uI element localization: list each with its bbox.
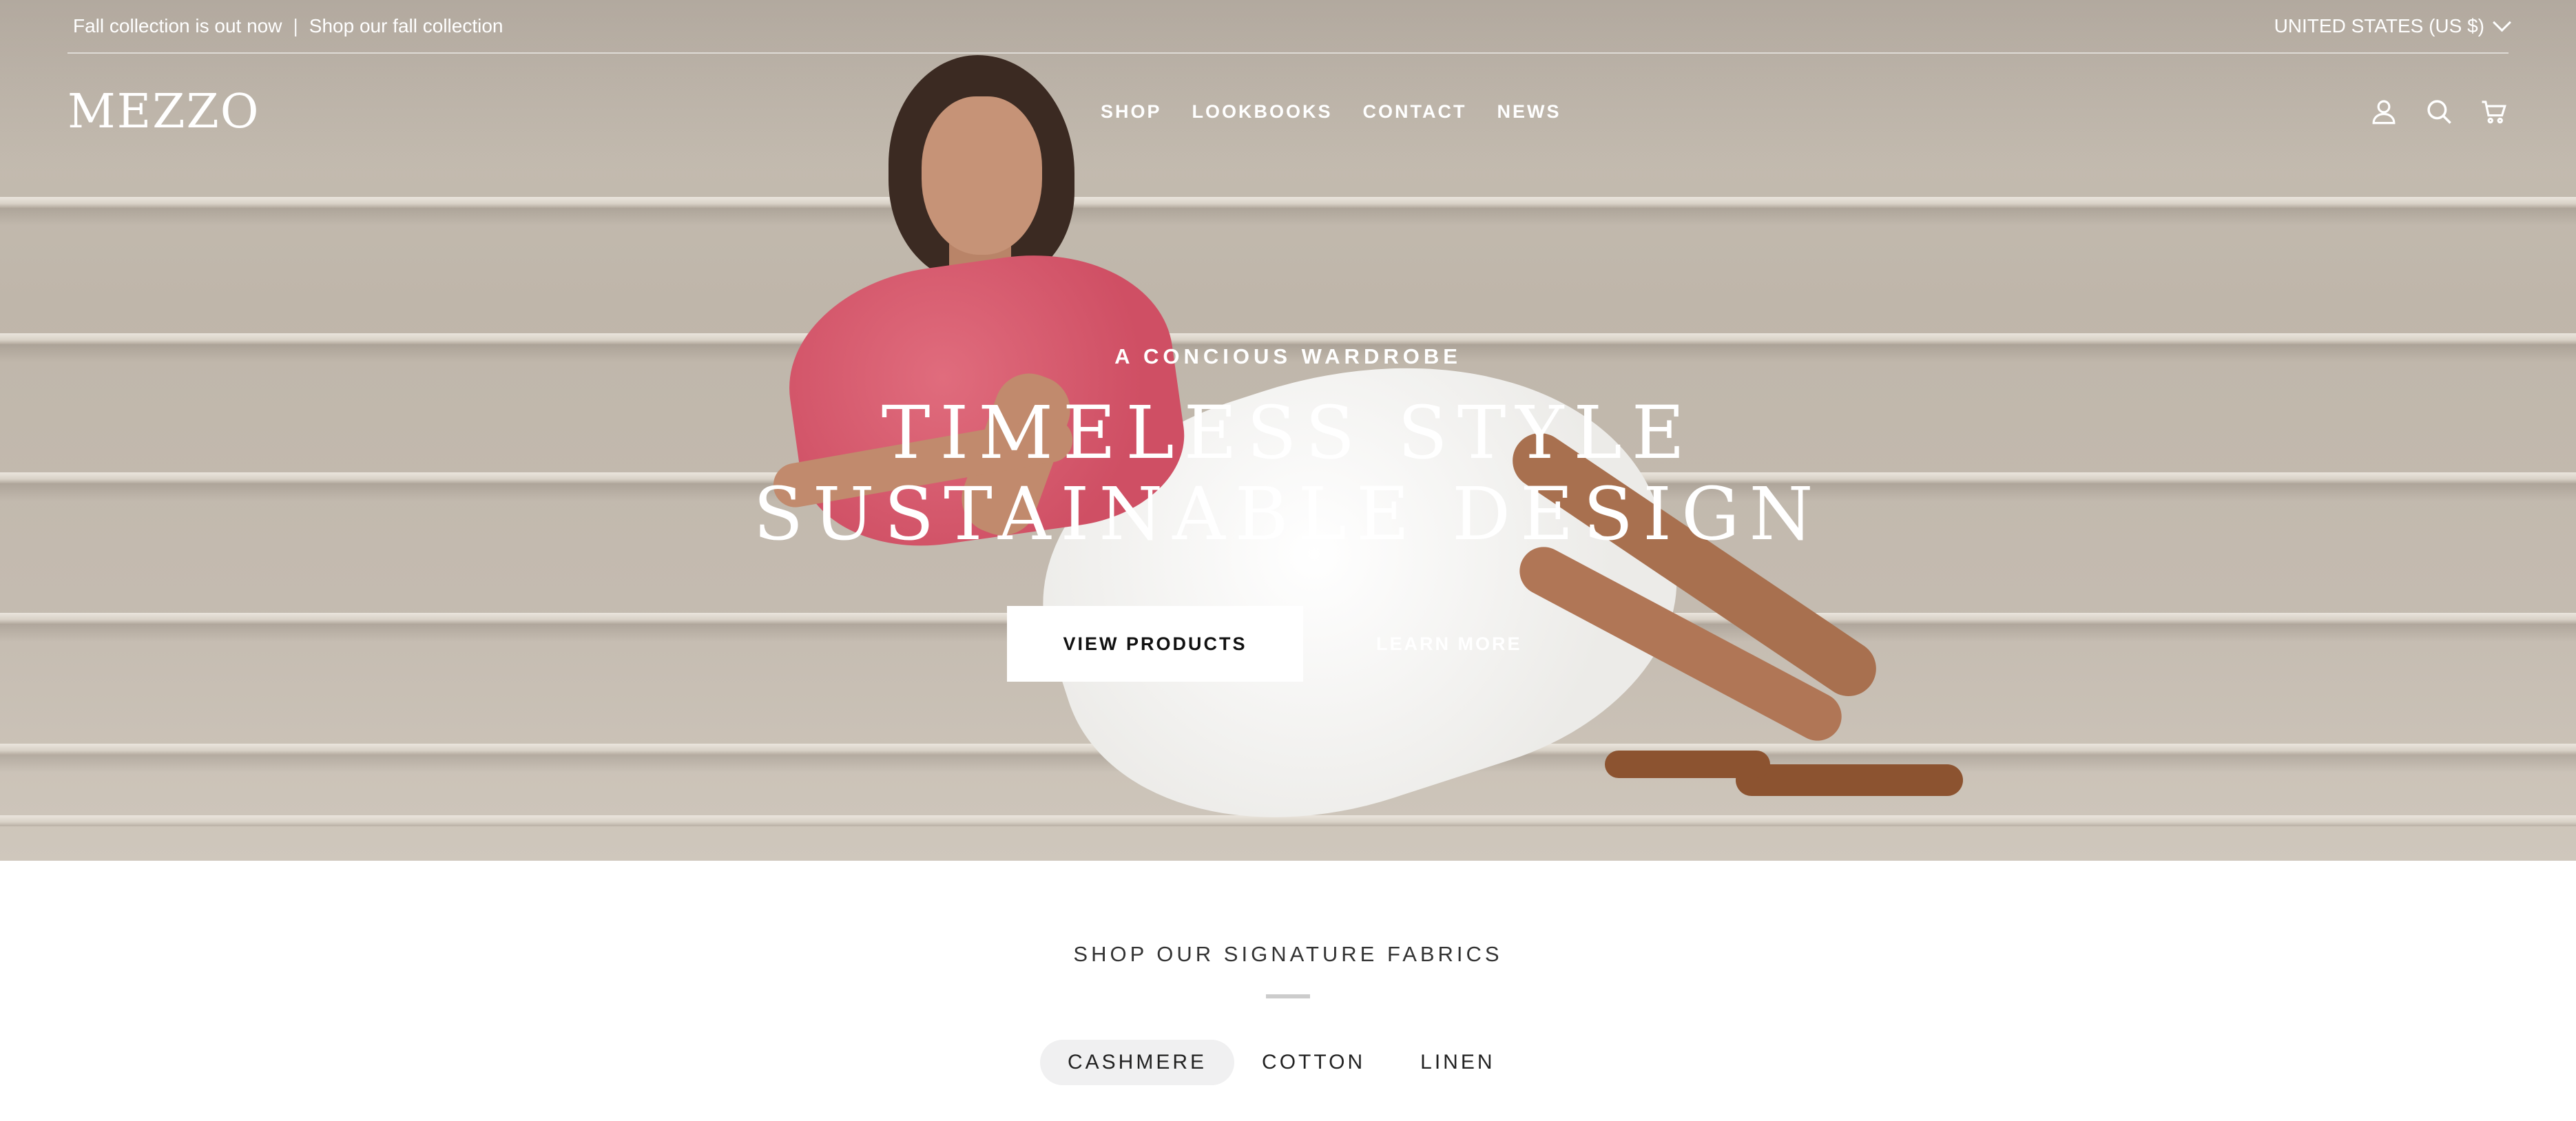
- announcement-message-group: Fall collection is out now | Shop our fa…: [67, 15, 503, 37]
- learn-more-link[interactable]: LEARN MORE: [1376, 633, 1522, 655]
- chevron-down-icon: [2493, 12, 2511, 32]
- stair-shadow: [0, 208, 2576, 226]
- nav-item-news[interactable]: NEWS: [1497, 101, 1561, 123]
- hero-banner: Fall collection is out now | Shop our fa…: [0, 0, 2576, 861]
- tab-cashmere[interactable]: CASHMERE: [1040, 1040, 1235, 1085]
- tab-linen[interactable]: LINEN: [1393, 1040, 1522, 1085]
- model-sandal: [1605, 751, 1770, 778]
- hero-cta-row: VIEW PRODUCTS LEARN MORE: [1007, 606, 1522, 682]
- announcement-bar: Fall collection is out now | Shop our fa…: [67, 0, 2511, 54]
- announcement-link[interactable]: Shop our fall collection: [309, 15, 503, 37]
- hero-eyebrow: A CONCIOUS WARDROBE: [1114, 344, 1462, 368]
- logo[interactable]: MEZZO: [67, 85, 274, 139]
- region-selector[interactable]: UNITED STATES (US $): [2274, 12, 2511, 37]
- announcement-separator: |: [293, 15, 298, 36]
- view-products-button[interactable]: VIEW PRODUCTS: [1007, 606, 1303, 682]
- fabrics-section-title: SHOP OUR SIGNATURE FABRICS: [1073, 942, 1503, 966]
- model-sandal: [1736, 764, 1963, 796]
- nav-item-lookbooks[interactable]: LOOKBOOKS: [1192, 101, 1333, 123]
- nav-item-contact[interactable]: CONTACT: [1363, 101, 1467, 123]
- account-icon[interactable]: [2369, 97, 2398, 126]
- region-label: UNITED STATES (US $): [2274, 15, 2484, 36]
- hero-headline: TIMELESS STYLE SUSTAINABLE DESIGN: [753, 390, 1823, 556]
- cart-icon[interactable]: [2480, 97, 2509, 126]
- stair-edge: [0, 197, 2576, 208]
- nav-item-shop[interactable]: SHOP: [1101, 101, 1162, 123]
- fabric-tabs: CASHMERE COTTON LINEN: [1040, 1040, 1523, 1085]
- announcement-text: Fall collection is out now: [73, 15, 282, 36]
- hero-text: A CONCIOUS WARDROBE TIMELESS STYLE SUSTA…: [0, 344, 2576, 555]
- main-nav: SHOP LOOKBOOKS CONTACT NEWS: [1101, 77, 1561, 146]
- tab-cotton[interactable]: COTTON: [1234, 1040, 1393, 1085]
- site-header: MEZZO SHOP LOOKBOOKS CONTACT NEWS: [67, 77, 2509, 146]
- page: Fall collection is out now | Shop our fa…: [0, 0, 2576, 1121]
- section-divider: [1266, 994, 1310, 998]
- stair-edge: [0, 333, 2576, 344]
- header-icons: [2369, 77, 2509, 146]
- search-icon[interactable]: [2424, 97, 2453, 126]
